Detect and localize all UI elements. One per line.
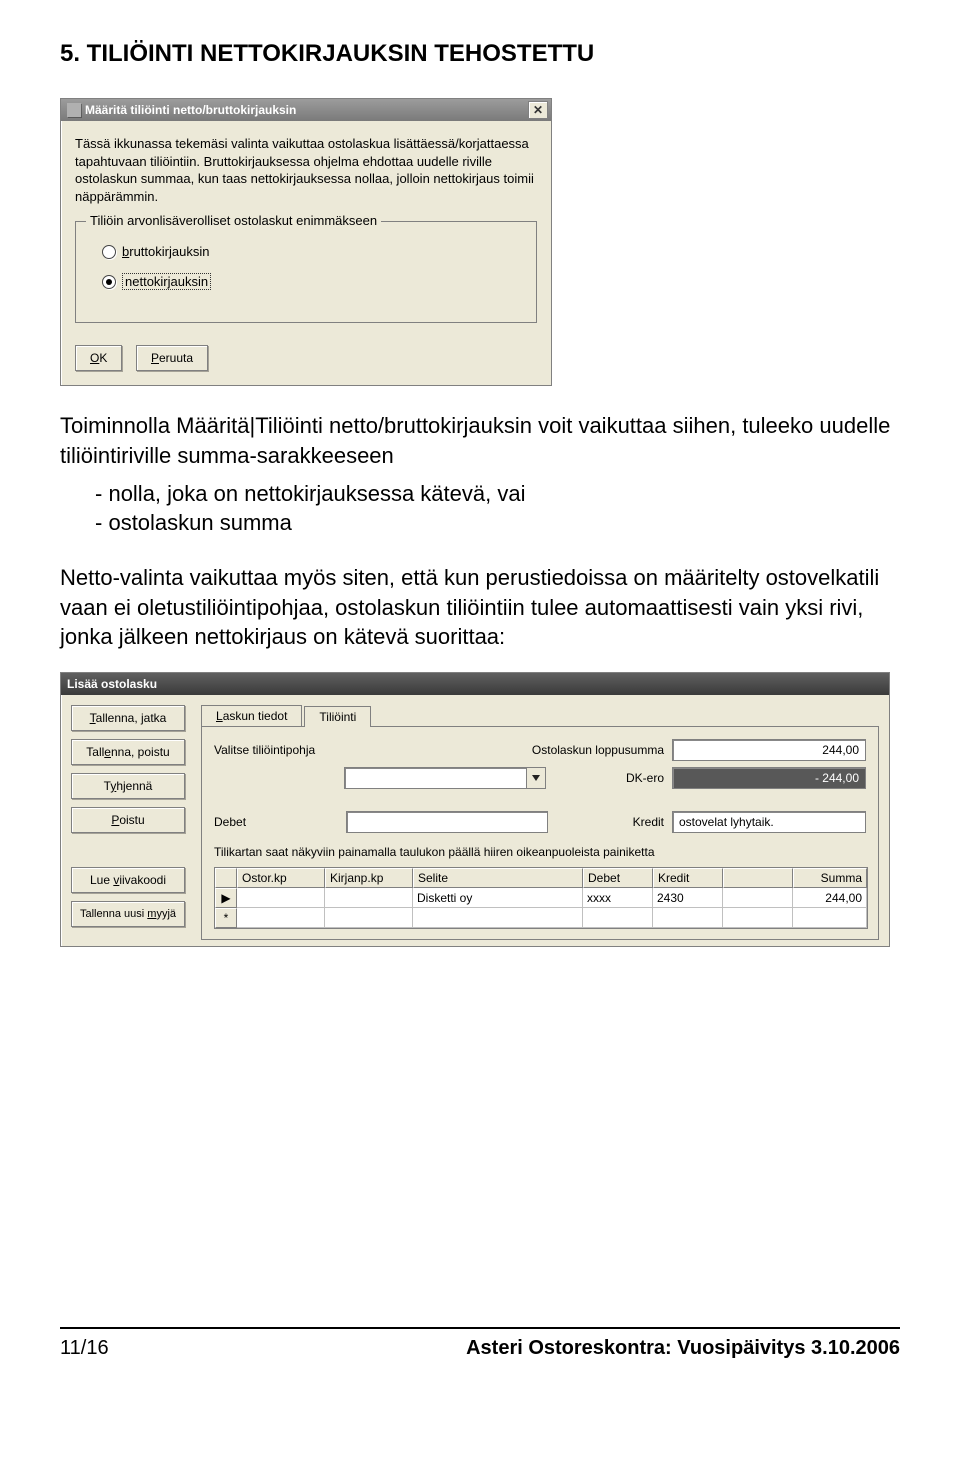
row-new-icon: * xyxy=(215,908,237,928)
journal-grid[interactable]: Ostor.kp Kirjanp.kp Selite Debet Kredit … xyxy=(214,867,868,929)
table-row[interactable]: * xyxy=(215,908,867,928)
dialog-system-icon xyxy=(67,103,81,117)
col-debet[interactable]: Debet xyxy=(583,868,653,888)
tab-tilionti[interactable]: Tiliöinti xyxy=(304,706,371,727)
section-heading: 5. TILIÖINTI NETTOKIRJAUKSIN TEHOSTETTU xyxy=(60,40,900,68)
dialog-title: Määritä tiliöinti netto/bruttokirjauksin xyxy=(85,103,528,117)
table-row[interactable]: ▶ Disketti oy xxxx 2430 244,00 xyxy=(215,888,867,908)
dialog-netto-brutto: Määritä tiliöinti netto/bruttokirjauksin… xyxy=(60,98,552,386)
label-valitse-pohja: Valitse tiliöintipohja xyxy=(214,743,344,757)
tab-laskun-tiedot[interactable]: Laskun tiedot xyxy=(201,705,302,726)
ok-button[interactable]: OK xyxy=(75,345,122,371)
footer-title: Asteri Ostoreskontra: Vuosipäivitys 3.10… xyxy=(466,1337,900,1360)
paragraph-1: Toiminnolla Määritä|Tiliöinti netto/brut… xyxy=(60,411,900,470)
col-selite[interactable]: Selite xyxy=(413,868,583,888)
label-dkero: DK-ero xyxy=(626,771,664,785)
radio-icon xyxy=(102,245,116,259)
bullet-1: nolla, joka on nettokirjauksessa kätevä,… xyxy=(95,479,900,509)
dialog-description: Tässä ikkunassa tekemäsi valinta vaikutt… xyxy=(75,135,537,205)
row-marker-icon: ▶ xyxy=(215,888,237,908)
tyhjenna-button[interactable]: Tyhjennä xyxy=(71,773,185,799)
dialog-titlebar[interactable]: Määritä tiliöinti netto/bruttokirjauksin… xyxy=(61,99,551,121)
tallenna-uusi-myyja-button[interactable]: Tallenna uusi myyjä xyxy=(71,901,185,927)
bullet-2: ostolaskun summa xyxy=(95,508,900,538)
tab-panel: Valitse tiliöintipohja Ostolaskun loppus… xyxy=(201,726,879,940)
page-number: 11/16 xyxy=(60,1337,109,1360)
col-summa[interactable]: Summa xyxy=(793,868,867,888)
close-icon[interactable]: ✕ xyxy=(528,101,548,119)
field-kredit[interactable]: ostovelat lyhytaik. xyxy=(672,811,866,833)
col-kirjanp[interactable]: Kirjanp.kp xyxy=(325,868,413,888)
radio-brutto[interactable]: bruttokirjauksin xyxy=(102,244,518,259)
radio-netto[interactable]: nettokirjauksin xyxy=(102,273,518,290)
label-loppusumma: Ostolaskun loppusumma xyxy=(532,743,664,757)
radio-group: Tiliöin arvonlisäverolliset ostolaskut e… xyxy=(75,221,537,323)
field-debet[interactable] xyxy=(346,811,548,833)
combo-tilionti-pohja[interactable] xyxy=(344,767,546,789)
lue-viivakoodi-button[interactable]: Lue viivakoodi xyxy=(71,867,185,893)
tallenna-jatka-button[interactable]: Tallenna, jatka xyxy=(71,705,185,731)
dialog-lisaa-ostolasku: Lisää ostolasku Tallenna, jatka Tallenna… xyxy=(60,672,890,947)
poistu-button[interactable]: Poistu xyxy=(71,807,185,833)
label-kredit: Kredit xyxy=(633,815,664,829)
label-debet: Debet xyxy=(214,815,272,829)
dialog2-title: Lisää ostolasku xyxy=(67,677,886,691)
col-ostor[interactable]: Ostor.kp xyxy=(237,868,325,888)
field-dkero: - 244,00 xyxy=(672,767,866,789)
radio-icon-checked xyxy=(102,275,116,289)
col-kredit[interactable]: Kredit xyxy=(653,868,723,888)
paragraph-2: Netto-valinta vaikuttaa myös siten, että… xyxy=(60,563,900,652)
dialog2-titlebar[interactable]: Lisää ostolasku xyxy=(61,673,889,695)
chevron-down-icon xyxy=(526,768,545,788)
tallenna-poistu-button[interactable]: Tallenna, poistu xyxy=(71,739,185,765)
field-loppusumma: 244,00 xyxy=(672,739,866,761)
group-title: Tiliöin arvonlisäverolliset ostolaskut e… xyxy=(86,213,381,228)
hint-text: Tilikartan saat näkyviin painamalla taul… xyxy=(214,845,866,859)
cancel-button[interactable]: Peruuta xyxy=(136,345,208,371)
